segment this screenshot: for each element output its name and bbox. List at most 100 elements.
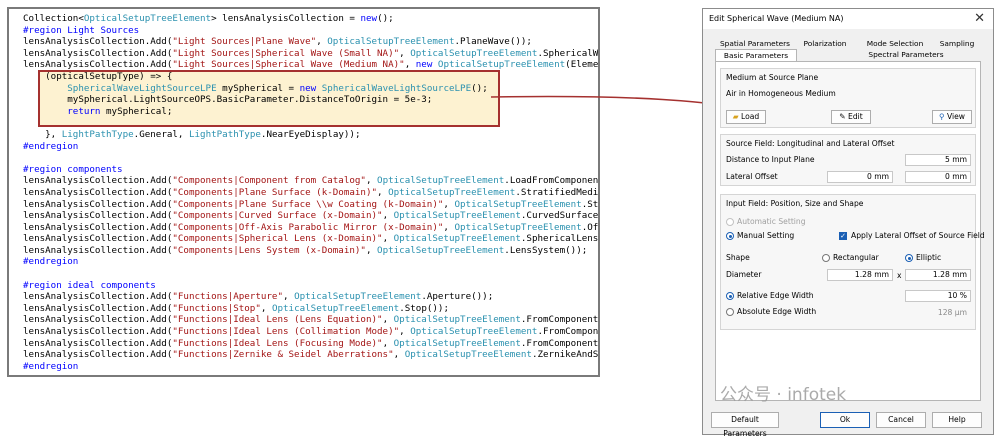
code-token: lensAnalysisCollection.Add( xyxy=(23,198,173,210)
code-line: lensAnalysisCollection.Add("Functions|Id… xyxy=(23,326,598,338)
code-token: OpticalSetupTreeElement xyxy=(271,302,400,314)
elliptic-label: Elliptic xyxy=(916,253,942,262)
code-token: "Components|Plane Surface (k-Domain)" xyxy=(172,186,378,198)
code-line: lensAnalysisCollection.Add("Functions|St… xyxy=(23,302,598,315)
lateral-offset-x-input[interactable]: 0 mm xyxy=(827,171,893,183)
code-token: Collection< xyxy=(23,13,84,24)
edit-button[interactable]: ✎ Edit xyxy=(831,110,871,124)
view-button[interactable]: ⚲ View xyxy=(932,110,972,124)
code-line: #endregion xyxy=(23,140,598,153)
code-token: lensAnalysisCollection.Add( xyxy=(23,314,173,326)
code-token: "Functions|Ideal Lens (Lens Equation)" xyxy=(172,314,383,326)
code-token: new xyxy=(415,59,433,71)
elliptic-radio[interactable] xyxy=(905,254,913,262)
default-parameters-button[interactable]: Default Parameters xyxy=(711,412,779,438)
tab-sampling[interactable]: Sampling xyxy=(937,39,977,48)
dialog-title: Edit Spherical Wave (Medium NA) xyxy=(709,14,844,23)
relative-edge-width-input[interactable]: 10 % xyxy=(905,290,971,302)
code-token: OpticalSetupTreeElement xyxy=(294,291,422,303)
code-token: , xyxy=(377,186,389,198)
distance-input[interactable]: 5 mm xyxy=(905,154,971,166)
code-token: .StratifiedMedia xyxy=(515,186,600,198)
code-line: lensAnalysisCollection.Add("Components|P… xyxy=(23,198,598,211)
relative-edge-width-radio[interactable] xyxy=(726,292,734,300)
code-token: .LensSystem()); xyxy=(504,244,588,256)
code-token: .Aperture()); xyxy=(421,291,494,303)
tab-spectral-parameters[interactable]: Spectral Parameters xyxy=(865,50,947,59)
code-line: (opticalSetupType) => { xyxy=(23,71,598,83)
code-line: }, LightPathType.General, LightPathType.… xyxy=(23,128,598,141)
ok-button[interactable]: Ok xyxy=(820,412,870,428)
code-line: Collection<OpticalSetupTreeElement> lens… xyxy=(23,13,598,25)
basic-parameters-panel: Medium at Source Plane Air in Homogeneou… xyxy=(715,61,985,401)
manual-setting-label: Manual Setting xyxy=(737,231,795,240)
lateral-offset-y-input[interactable]: 0 mm xyxy=(905,171,971,183)
code-token: OpticalSetupTreeElement xyxy=(393,210,521,222)
manual-setting-radio[interactable] xyxy=(726,232,734,240)
code-token: "Components|Plane Surface \\w Coating (k… xyxy=(172,198,444,210)
code-token: , xyxy=(316,36,328,48)
dialog-titlebar: Edit Spherical Wave (Medium NA) ✕ xyxy=(703,9,993,29)
tab-spatial-parameters[interactable]: Spatial Parameters xyxy=(719,39,791,48)
tab-polarization[interactable]: Polarization xyxy=(797,39,853,48)
close-icon[interactable]: ✕ xyxy=(974,11,985,26)
code-token: #endregion xyxy=(23,140,79,152)
code-token: OpticalSetupTreeElement xyxy=(377,244,505,256)
code-line: #endregion xyxy=(23,361,598,373)
code-token: }, xyxy=(23,128,62,140)
code-line: lensAnalysisCollection.Add("Components|O… xyxy=(23,222,598,234)
code-line: lensAnalysisCollection.Add("Components|C… xyxy=(23,175,598,187)
code-token: "Functions|Ideal Lens (Focusing Mode)" xyxy=(172,337,383,349)
code-token: mySpherical = xyxy=(216,82,300,94)
code-token: (Element xyxy=(565,59,599,71)
code-token: mySpherical; xyxy=(100,105,173,117)
absolute-edge-width-radio[interactable] xyxy=(726,308,734,316)
diameter-x-input[interactable]: 1.28 mm xyxy=(827,269,893,281)
automatic-setting-label: Automatic Setting xyxy=(737,217,806,226)
code-token: "Functions|Ideal Lens (Collimation Mode)… xyxy=(172,326,400,338)
code-editor-panel: Collection<OpticalSetupTreeElement> lens… xyxy=(7,7,600,377)
load-button[interactable]: ▰ Load xyxy=(726,110,766,124)
help-button[interactable]: Help xyxy=(932,412,982,428)
code-token: , xyxy=(393,349,405,361)
source-field-group: Source Field: Longitudinal and Lateral O… xyxy=(720,134,976,186)
code-token: "Functions|Aperture" xyxy=(172,291,283,303)
diameter-label: Diameter xyxy=(726,270,762,279)
code-token: OpticalSetupTreeElement xyxy=(454,198,582,210)
load-button-label: Load xyxy=(741,112,760,121)
edit-spherical-wave-dialog: Edit Spherical Wave (Medium NA) ✕ Spatia… xyxy=(702,8,994,438)
code-token: .FromComponentCa xyxy=(520,314,599,326)
code-token: lensAnalysisCollection.Add( xyxy=(23,337,173,349)
code-line: return mySpherical; xyxy=(23,105,598,118)
code-token: , xyxy=(399,47,411,59)
medium-group: Medium at Source Plane Air in Homogeneou… xyxy=(720,68,976,128)
code-line: lensAnalysisCollection.Add("Light Source… xyxy=(23,59,599,71)
code-token: (); xyxy=(471,82,488,94)
automatic-setting-radio[interactable] xyxy=(726,218,734,226)
distance-label: Distance to Input Plane xyxy=(726,155,815,164)
folder-icon: ▰ xyxy=(732,112,739,121)
apply-lateral-offset-checkbox[interactable]: ✓ xyxy=(839,232,847,240)
tab-mode-selection[interactable]: Mode Selection xyxy=(863,39,927,48)
code-token: , xyxy=(260,302,272,314)
code-token: , xyxy=(443,198,455,210)
cancel-button[interactable]: Cancel xyxy=(876,412,926,428)
code-token: SphericalWaveLightSourceLPE xyxy=(321,82,472,94)
code-token: "Components|Component from Catalog" xyxy=(172,175,366,187)
diameter-y-input[interactable]: 1.28 mm xyxy=(905,269,971,281)
code-token: #region ideal components xyxy=(23,279,156,291)
code-token: "Functions|Zernike & Seidel Aberrations" xyxy=(172,349,394,361)
code-token: .General, xyxy=(133,128,189,140)
code-token: "Functions|Stop" xyxy=(172,302,261,314)
code-token: lensAnalysisCollection.Add( xyxy=(23,47,173,59)
code-token: new xyxy=(299,82,317,94)
edit-button-label: Edit xyxy=(848,112,863,121)
rectangular-radio[interactable] xyxy=(822,254,830,262)
code-line: lensAnalysisCollection.Add("Functions|Id… xyxy=(23,337,598,350)
code-token: , xyxy=(382,337,394,349)
code-token: OpticalSetupTreeElement xyxy=(410,47,538,59)
code-token: lensAnalysisCollection.Add( xyxy=(23,186,173,198)
code-line: #endregion xyxy=(23,256,598,268)
code-token: , xyxy=(365,175,378,187)
